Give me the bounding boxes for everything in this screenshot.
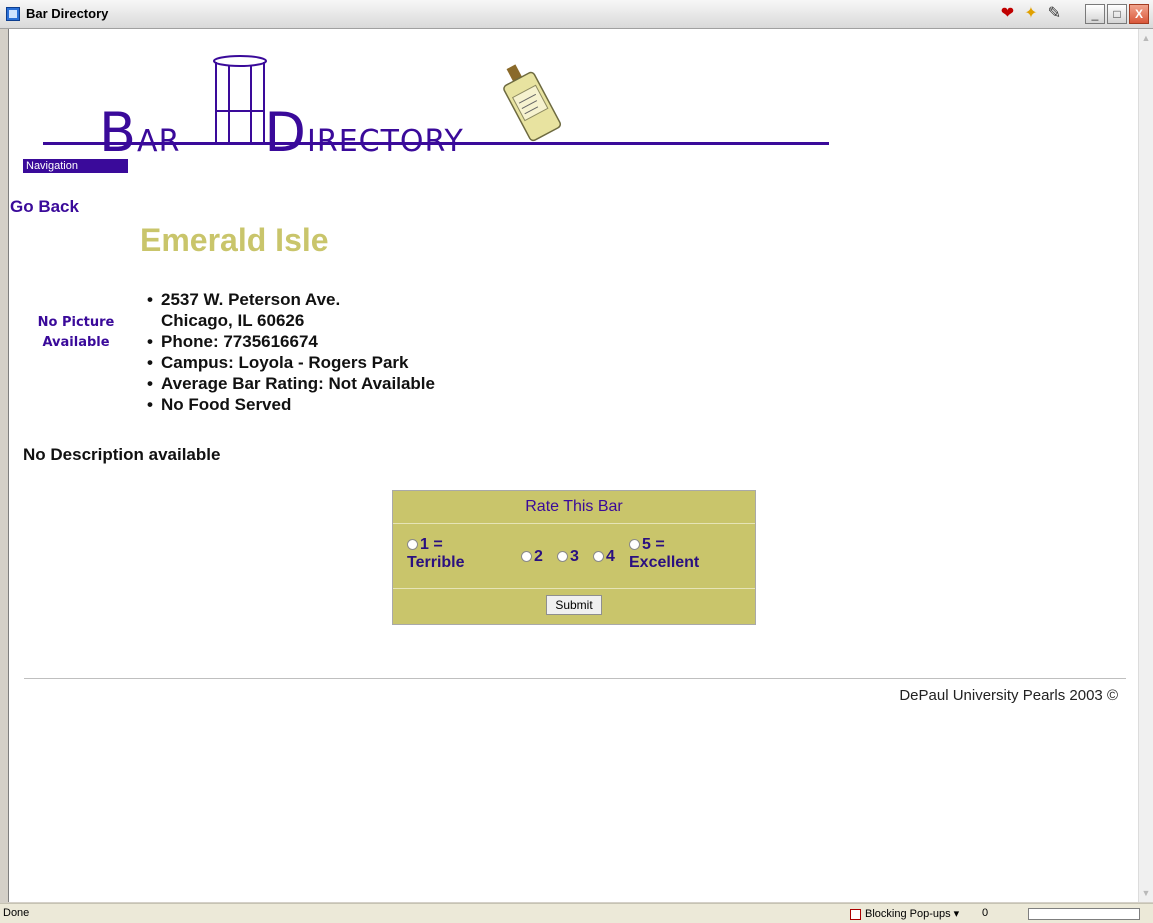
footer-copyright: DePaul University Pearls 2003 © <box>899 687 1118 704</box>
navigation-bar: Navigation <box>23 159 128 173</box>
close-button[interactable]: X <box>1129 4 1149 24</box>
heart-icon[interactable]: ❤ <box>1001 5 1014 23</box>
toolbar-icons: ❤ ✦ ✎ <box>1001 5 1061 23</box>
popup-count: 0 <box>982 907 989 919</box>
status-text: Done <box>3 907 30 919</box>
bar-description: No Description available <box>23 445 221 464</box>
bar-details-list: 2537 W. Peterson Ave. Chicago, IL 60626 … <box>145 289 435 415</box>
bar-directory-logo: BAR DIRECTORY <box>43 55 833 164</box>
rating-options: 1 = Terrible 2 3 4 5 = Excellent <box>393 524 755 589</box>
star-add-icon[interactable]: ✦ <box>1024 5 1037 23</box>
radio-2[interactable] <box>521 551 532 563</box>
address-line2: Chicago, IL 60626 <box>161 311 305 330</box>
submit-row: Submit <box>393 589 755 625</box>
page-viewport: BAR DIRECTORY Navigation Go Back Emerald … <box>8 29 1139 902</box>
app-icon <box>6 7 20 21</box>
edit-icon[interactable]: ✎ <box>1048 5 1061 23</box>
window-controls: _ □ X <box>1085 4 1149 24</box>
rating-option-5[interactable]: 5 = Excellent <box>629 536 699 572</box>
go-back-link[interactable]: Go Back <box>10 197 79 217</box>
maximize-button[interactable]: □ <box>1107 4 1127 24</box>
radio-3[interactable] <box>557 551 568 563</box>
vertical-scrollbar[interactable]: ▲ ▼ <box>1138 29 1153 902</box>
logo-underline <box>43 142 829 145</box>
status-bar: Done Blocking Pop-ups ▾ 0 <box>0 903 1153 923</box>
submit-button[interactable]: Submit <box>546 595 602 615</box>
campus-item: Campus: Loyola - Rogers Park <box>145 352 435 373</box>
popup-blocker[interactable]: Blocking Pop-ups ▾ <box>850 907 959 920</box>
address-line1: 2537 W. Peterson Ave. <box>161 290 341 309</box>
footer-divider <box>24 678 1126 679</box>
bar-name-heading: Emerald Isle <box>140 222 329 258</box>
phone-item: Phone: 7735616674 <box>145 331 435 352</box>
bottle-icon <box>503 64 562 142</box>
window-title: Bar Directory <box>26 6 109 21</box>
rating-option-4[interactable]: 4 <box>593 548 615 566</box>
no-picture-placeholder: No Picture Available <box>37 315 115 350</box>
radio-5[interactable] <box>629 539 640 551</box>
scroll-up-icon[interactable]: ▲ <box>1139 30 1153 46</box>
rate-title: Rate This Bar <box>393 491 755 524</box>
logo-text: BAR DIRECTORY <box>99 101 464 164</box>
rating-option-3[interactable]: 3 <box>557 548 579 566</box>
rate-bar-form: Rate This Bar 1 = Terrible 2 3 4 5 = Exc… <box>392 490 756 625</box>
radio-4[interactable] <box>593 551 604 563</box>
progress-bar <box>1028 908 1140 920</box>
food-item: No Food Served <box>145 394 435 415</box>
radio-1[interactable] <box>407 539 418 551</box>
window-titlebar: Bar Directory ❤ ✦ ✎ _ □ X <box>0 0 1153 29</box>
address-item: 2537 W. Peterson Ave. Chicago, IL 60626 <box>145 289 435 331</box>
scroll-down-icon[interactable]: ▼ <box>1139 885 1153 901</box>
minimize-button[interactable]: _ <box>1085 4 1105 24</box>
rating-item: Average Bar Rating: Not Available <box>145 373 435 394</box>
rating-option-1[interactable]: 1 = Terrible <box>407 536 465 572</box>
popup-blocker-icon <box>850 908 861 920</box>
rating-option-2[interactable]: 2 <box>521 548 543 566</box>
